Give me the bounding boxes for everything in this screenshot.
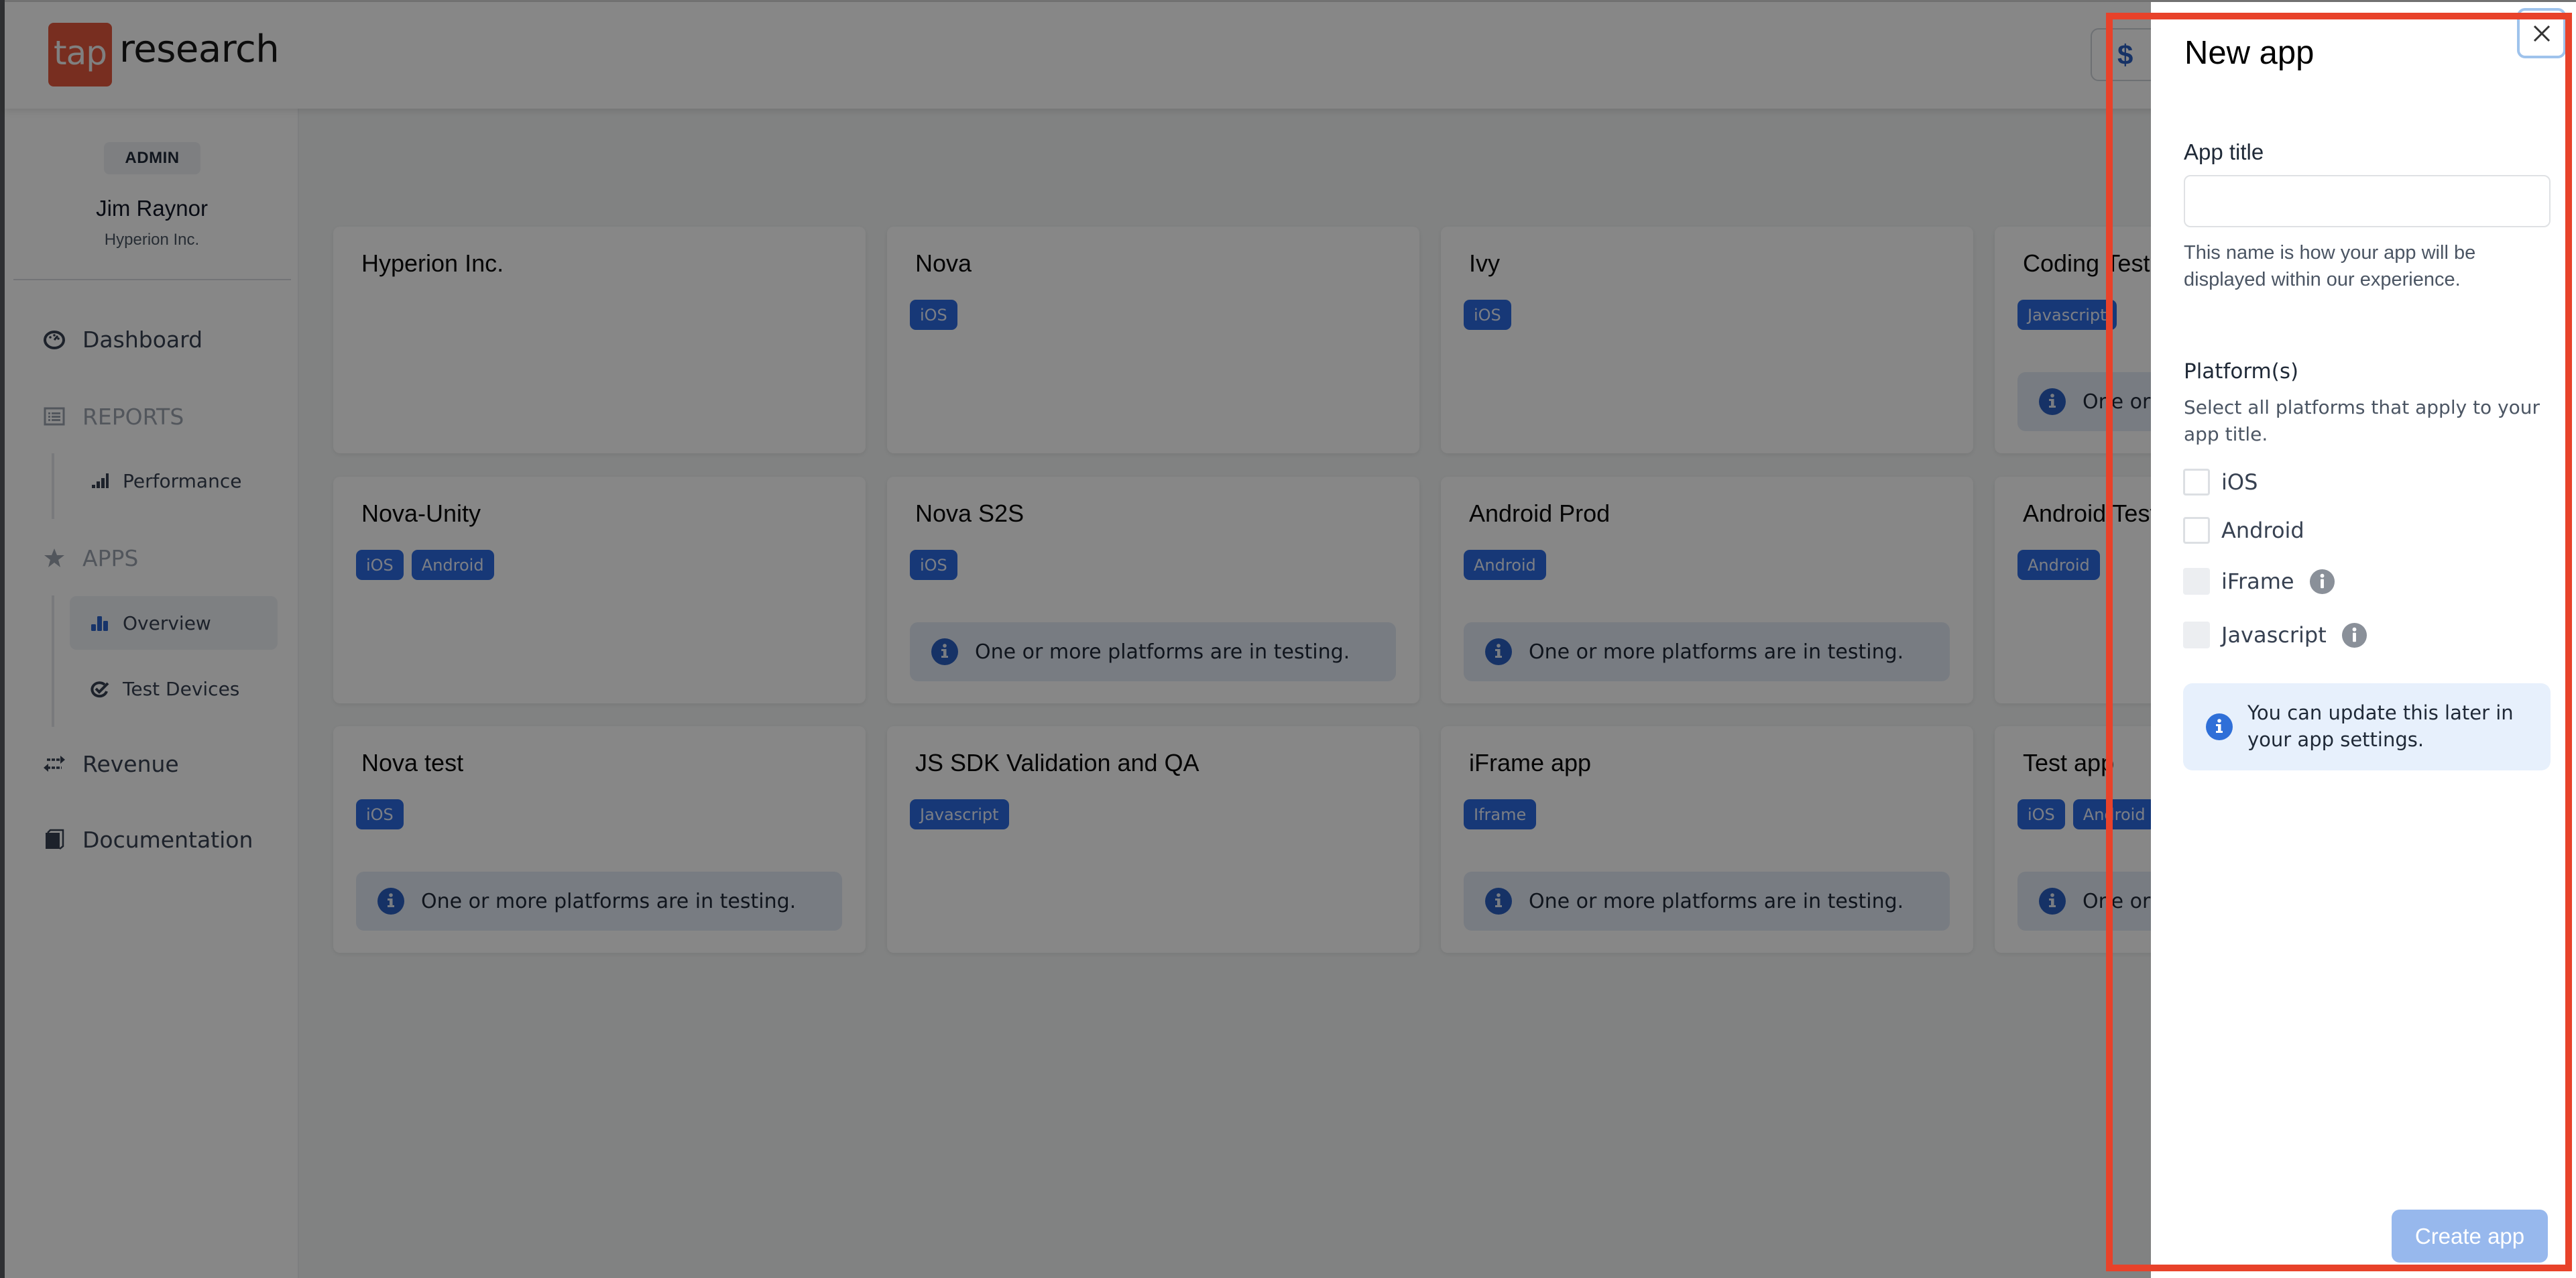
platforms-label: Platform(s): [2184, 359, 2299, 384]
platform-option-iframe: iFrame: [2183, 568, 2335, 595]
app-title-input[interactable]: [2184, 175, 2551, 227]
info-icon: [2206, 713, 2233, 740]
update-later-notice: You can update this later in your app se…: [2183, 683, 2551, 770]
ios-checkbox[interactable]: [2183, 469, 2210, 496]
close-button[interactable]: [2517, 8, 2566, 58]
checkbox-label: iFrame: [2221, 569, 2294, 594]
close-icon: [2533, 25, 2550, 42]
notice-text: You can update this later in your app se…: [2247, 701, 2514, 751]
create-app-button[interactable]: Create app: [2392, 1210, 2548, 1263]
info-icon[interactable]: [2341, 622, 2367, 648]
checkbox-label: iOS: [2221, 469, 2258, 495]
panel-title: New app: [2184, 35, 2315, 71]
platforms-help: Select all platforms that apply to your …: [2184, 396, 2540, 445]
platform-option-android[interactable]: Android: [2183, 517, 2304, 544]
iframe-checkbox: [2183, 568, 2210, 595]
app-title-help: This name is how your app will be displa…: [2184, 242, 2476, 290]
javascript-checkbox: [2183, 622, 2210, 648]
info-icon[interactable]: [2309, 569, 2335, 595]
checkbox-label: Javascript: [2221, 622, 2327, 648]
platform-option-javascript: Javascript: [2183, 622, 2367, 648]
checkbox-label: Android: [2221, 518, 2304, 543]
android-checkbox[interactable]: [2183, 517, 2210, 544]
app-title-label: App title: [2184, 139, 2264, 164]
platform-option-ios[interactable]: iOS: [2183, 469, 2258, 496]
new-app-panel: New app App title This name is how your …: [2151, 2, 2576, 1278]
